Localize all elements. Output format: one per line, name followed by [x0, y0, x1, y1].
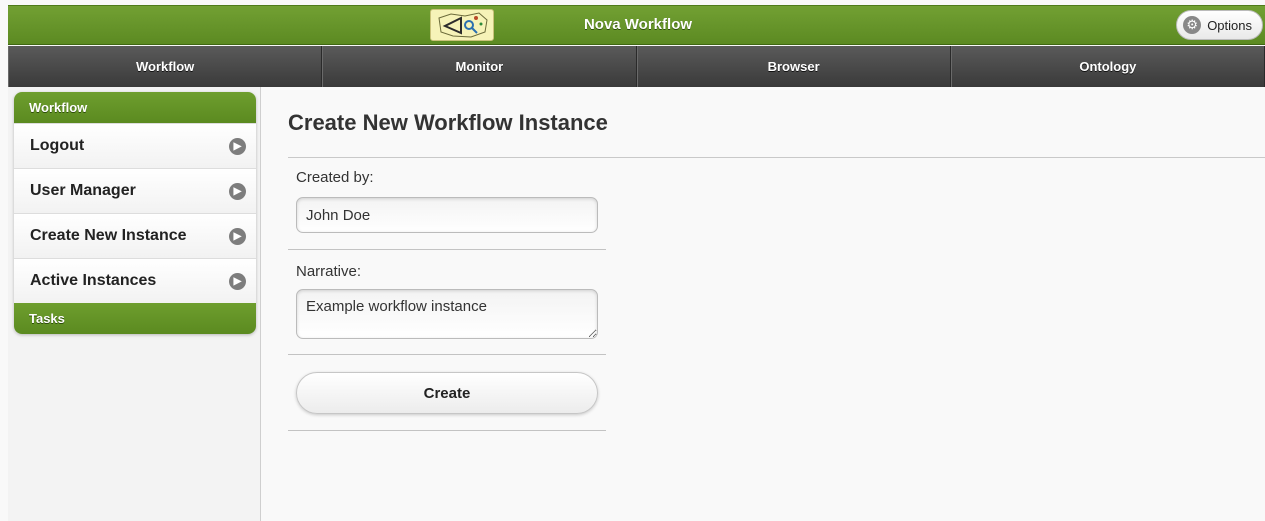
form-divider — [288, 249, 606, 250]
form-divider — [288, 430, 606, 431]
sidebar-section-workflow: Workflow — [14, 92, 256, 123]
sidebar-item-label: Create New Instance — [30, 227, 187, 244]
chevron-right-icon: ▶ — [229, 272, 246, 290]
nav-tab-browser[interactable]: Browser — [636, 46, 951, 87]
nav-tab-workflow[interactable]: Workflow — [8, 46, 323, 87]
narrative-label: Narrative: — [296, 263, 362, 280]
main-navbar: Workflow Monitor Browser Ontology — [8, 46, 1265, 87]
sidebar-item-logout[interactable]: Logout ▶ — [14, 123, 256, 168]
sidebar-item-label: Logout — [30, 137, 85, 154]
gear-icon: ⚙ — [1183, 16, 1202, 34]
sidebar: Workflow Logout ▶ User Manager ▶ Create … — [8, 87, 261, 521]
sidebar-item-create-new-instance[interactable]: Create New Instance ▶ — [14, 213, 256, 258]
create-button[interactable]: Create — [296, 372, 598, 414]
sidebar-item-user-manager[interactable]: User Manager ▶ — [14, 168, 256, 213]
chevron-right-icon: ▶ — [229, 137, 246, 155]
options-button[interactable]: ⚙ Options — [1176, 10, 1263, 40]
sidebar-list: Workflow Logout ▶ User Manager ▶ Create … — [14, 92, 256, 334]
app-title: Nova Workflow — [583, 16, 693, 33]
form-divider — [288, 354, 606, 355]
chevron-right-icon: ▶ — [229, 227, 246, 245]
created-by-input[interactable] — [296, 197, 598, 233]
nav-tab-ontology[interactable]: Ontology — [950, 46, 1265, 87]
chevron-right-icon: ▶ — [229, 182, 246, 200]
sidebar-item-active-instances[interactable]: Active Instances ▶ — [14, 258, 256, 303]
sidebar-item-label: Active Instances — [30, 272, 157, 289]
title-divider — [288, 157, 1265, 158]
app-logo — [430, 9, 494, 41]
page-title: Create New Workflow Instance — [288, 110, 608, 135]
narrative-textarea[interactable]: Example workflow instance — [296, 289, 598, 339]
nav-tab-monitor[interactable]: Monitor — [322, 46, 637, 87]
sidebar-section-tasks[interactable]: Tasks — [14, 303, 256, 334]
app-header: Nova Workflow ⚙ Options — [8, 5, 1265, 45]
sidebar-item-label: User Manager — [30, 182, 136, 199]
options-label: Options — [1207, 17, 1252, 33]
created-by-label: Created by: — [296, 169, 374, 186]
